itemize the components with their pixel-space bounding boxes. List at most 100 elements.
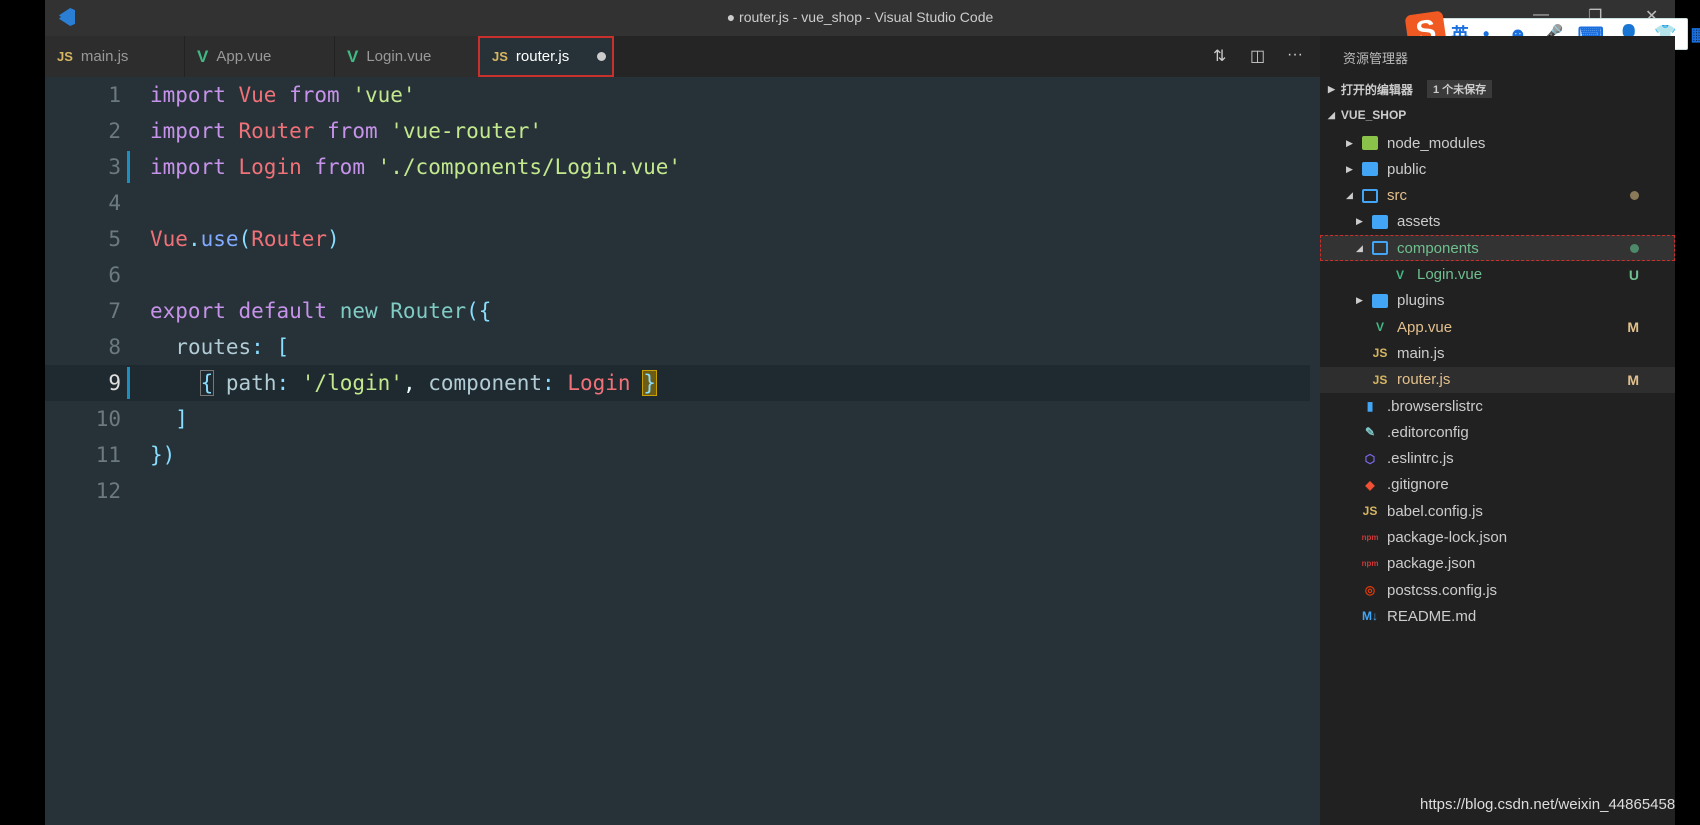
- line-number: 4: [108, 191, 121, 215]
- markdown-icon: M↓: [1362, 609, 1378, 624]
- js-icon: JS: [492, 49, 508, 64]
- tab-main-js[interactable]: JS main.js: [45, 36, 185, 77]
- editor-tabs: JS main.js V App.vue V Login.vue JS router.j…: [45, 36, 1320, 77]
- tree-item-postcss-config-js[interactable]: ◎ postcss.config.js: [1320, 577, 1675, 603]
- file-name: Login.vue: [1417, 266, 1483, 283]
- tree-item-readme-md[interactable]: M↓ README.md: [1320, 603, 1675, 629]
- tree-item-editorconfig[interactable]: ✎ .editorconfig: [1320, 419, 1675, 445]
- git-status-badge: U: [1628, 266, 1639, 283]
- chevron-right-icon[interactable]: ▶: [1356, 295, 1363, 306]
- chevron-right-icon[interactable]: ▶: [1356, 216, 1363, 227]
- tab-app-vue[interactable]: V App.vue: [185, 36, 335, 77]
- file-name: postcss.config.js: [1387, 581, 1498, 599]
- code-line: 5 Vue.use(Router): [45, 221, 1310, 257]
- editorconfig-icon: ✎: [1364, 425, 1376, 440]
- tree-item-gitignore[interactable]: ◆ .gitignore: [1320, 472, 1675, 498]
- tree-item-router-js[interactable]: JS router.js M: [1320, 366, 1675, 393]
- js-icon: JS: [57, 49, 73, 64]
- tree-item-babel-config-js[interactable]: JS babel.config.js: [1320, 498, 1675, 524]
- file-name: babel.config.js: [1387, 502, 1483, 520]
- file-name: .eslintrc.js: [1387, 450, 1454, 468]
- folder-open-icon: [1362, 188, 1378, 203]
- split-editor-icon[interactable]: ◫: [1250, 46, 1265, 66]
- code-line: 8 routes: [: [45, 329, 1310, 365]
- file-name: plugins: [1397, 292, 1445, 310]
- line-number: 7: [108, 299, 121, 323]
- folder-icon: [1372, 214, 1388, 229]
- tree-item-src[interactable]: ◢ src: [1320, 183, 1675, 209]
- status-dot-icon: [1630, 191, 1639, 201]
- file-name: package-lock.json: [1387, 529, 1508, 546]
- tree-item-login-vue[interactable]: V Login.vue U: [1320, 262, 1675, 288]
- ime-menu-icon[interactable]: ▦: [1691, 24, 1700, 45]
- file-name: assets: [1397, 213, 1441, 231]
- line-number: 3: [108, 155, 121, 179]
- folder-icon: [1362, 162, 1378, 177]
- tree-item-assets[interactable]: ▶ assets: [1320, 209, 1675, 235]
- tree-item-package-lock-json[interactable]: npm package-lock.json: [1320, 525, 1675, 551]
- file-name: public: [1387, 160, 1427, 178]
- chevron-down-icon[interactable]: ◢: [1356, 243, 1363, 254]
- code-line: 11}): [45, 437, 1310, 473]
- line-number: 10: [95, 407, 121, 431]
- tree-item-eslintrc-js[interactable]: ⬡ .eslintrc.js: [1320, 446, 1675, 472]
- tree-item-package-json[interactable]: npm package.json: [1320, 551, 1675, 577]
- code-line: 10 ]: [45, 401, 1310, 437]
- tab-label: Login.vue: [366, 48, 432, 65]
- tree-item-browserslistrc[interactable]: ▮ .browserslistrc: [1320, 393, 1675, 419]
- file-name: main.js: [1397, 344, 1445, 362]
- postcss-icon: ◎: [1364, 583, 1376, 598]
- chevron-right-icon[interactable]: ▶: [1346, 138, 1353, 149]
- tab-label: router.js: [515, 48, 570, 65]
- git-status-badge: M: [1627, 371, 1639, 388]
- status-dot-icon: [1630, 243, 1639, 253]
- vue-icon: V: [1395, 267, 1404, 282]
- code-line: 1 import Vue from 'vue': [45, 77, 1310, 113]
- more-actions-icon[interactable]: ···: [1287, 46, 1303, 64]
- file-name: node_modules: [1387, 134, 1486, 152]
- line-number: 11: [95, 443, 121, 467]
- node-folder-icon: [1362, 136, 1378, 150]
- chevron-down-icon[interactable]: ◢: [1346, 190, 1353, 201]
- tree-item-public[interactable]: ▶ public: [1320, 156, 1675, 182]
- vue-icon: V: [197, 46, 209, 66]
- unsaved-badge: 1 个未保存: [1426, 80, 1493, 98]
- chevron-right-icon[interactable]: ▶: [1346, 164, 1353, 175]
- file-name: router.js: [1397, 371, 1451, 389]
- code-line: 6: [45, 257, 1310, 293]
- eslint-icon: ⬡: [1364, 451, 1376, 466]
- open-editors-section[interactable]: ▶ 打开的编辑器 1 个未保存: [1320, 76, 1675, 102]
- line-number: 8: [108, 335, 121, 359]
- explorer-sidebar: 资源管理器 ▶ 打开的编辑器 1 个未保存 ◢ VUE_SHOP ▶ node_modu…: [1320, 36, 1675, 825]
- code-line: 7 export default new Router({: [45, 293, 1310, 329]
- tree-item-main-js[interactable]: JS main.js: [1320, 340, 1675, 366]
- git-status-badge: M: [1627, 319, 1639, 336]
- code-editor[interactable]: 1 import Vue from 'vue' 2 import Router fr…: [45, 77, 1356, 825]
- file-name: .editorconfig: [1387, 423, 1469, 441]
- code-line-current: 9 { path: '/login', component: Login }: [45, 365, 1310, 401]
- text-cursor: }: [642, 370, 657, 396]
- js-icon: JS: [1362, 504, 1378, 519]
- tab-router-js[interactable]: JS router.js: [478, 36, 614, 77]
- unsaved-dot-icon[interactable]: [597, 52, 607, 61]
- line-number: 9: [108, 371, 121, 395]
- file-name: README.md: [1387, 607, 1477, 625]
- tree-item-node-modules[interactable]: ▶ node_modules: [1320, 130, 1675, 156]
- js-icon: JS: [1372, 346, 1388, 361]
- tab-login-vue[interactable]: V Login.vue: [335, 36, 485, 77]
- line-number: 6: [108, 263, 121, 287]
- file-icon: ▮: [1366, 399, 1374, 413]
- folder-open-icon: [1372, 241, 1388, 256]
- tree-item-app-vue[interactable]: V App.vue M: [1320, 314, 1675, 340]
- file-name: src: [1387, 187, 1407, 205]
- tree-item-components[interactable]: ◢ components: [1320, 235, 1675, 262]
- code-line: 12: [45, 473, 1310, 509]
- code-line: 4: [45, 185, 1310, 221]
- watermark: https://blog.csdn.net/weixin_44865458: [1420, 796, 1676, 813]
- tree-item-plugins[interactable]: ▶ plugins: [1320, 288, 1675, 314]
- line-number: 5: [108, 227, 121, 251]
- open-changes-icon[interactable]: ⇅: [1213, 46, 1226, 66]
- project-section[interactable]: ◢ VUE_SHOP: [1320, 102, 1675, 128]
- git-modified-gutter: [127, 367, 130, 399]
- line-number: 2: [108, 119, 121, 143]
